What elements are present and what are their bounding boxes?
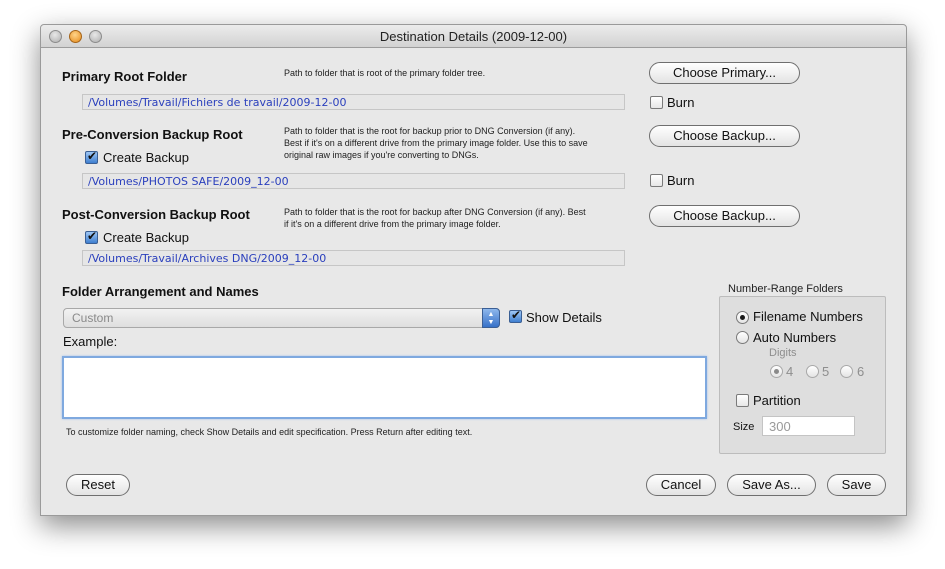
digits-4-label[interactable]: 4 bbox=[786, 364, 793, 379]
digits-label: Digits bbox=[769, 347, 797, 359]
example-label: Example: bbox=[63, 334, 118, 349]
primary-root-description: Path to folder that is root of the prima… bbox=[284, 68, 486, 78]
post-conversion-description: Path to folder that is the root for back… bbox=[284, 206, 644, 230]
post-create-backup-label[interactable]: Create Backup bbox=[103, 230, 189, 245]
folder-arrangement-select[interactable]: Custom ▲ ▼ bbox=[63, 308, 500, 328]
example-text-area[interactable] bbox=[62, 356, 707, 419]
pre-conversion-description-line: Best if it's on a different drive from t… bbox=[284, 138, 588, 148]
post-create-backup-checkbox[interactable] bbox=[85, 229, 98, 244]
size-input[interactable]: 300 bbox=[762, 416, 855, 436]
auto-numbers-label[interactable]: Auto Numbers bbox=[753, 330, 836, 345]
post-conversion-heading: Post-Conversion Backup Root bbox=[62, 207, 250, 222]
pre-conversion-description-line: Path to folder that is the root for back… bbox=[284, 126, 576, 136]
digits-6-label[interactable]: 6 bbox=[857, 364, 864, 379]
post-backup-path-field[interactable]: /Volumes/Travail/Archives DNG/2009_12-00 bbox=[82, 250, 625, 266]
digits-4-radio[interactable] bbox=[770, 365, 783, 378]
number-range-group: Filename Numbers Auto Numbers Digits 4 5… bbox=[719, 296, 886, 454]
pre-conversion-heading: Pre-Conversion Backup Root bbox=[62, 127, 243, 142]
show-details-label[interactable]: Show Details bbox=[526, 310, 602, 325]
partition-checkbox[interactable] bbox=[736, 394, 749, 407]
post-conversion-description-line: if it's on a different drive from the pr… bbox=[284, 219, 501, 229]
cancel-button[interactable]: Cancel bbox=[646, 474, 716, 496]
folder-arrangement-selected-value: Custom bbox=[72, 311, 114, 325]
size-label: Size bbox=[733, 421, 755, 433]
pre-backup-path-field[interactable]: /Volumes/PHOTOS SAFE/2009_12-00 bbox=[82, 173, 625, 189]
post-conversion-description-line: Path to folder that is the root for back… bbox=[284, 207, 586, 217]
digits-5-label[interactable]: 5 bbox=[822, 364, 829, 379]
pre-backup-burn-checkbox[interactable] bbox=[650, 174, 663, 187]
pre-backup-burn-label[interactable]: Burn bbox=[667, 173, 694, 188]
pre-conversion-description-line: original raw images if you're converting… bbox=[284, 150, 479, 160]
choose-pre-backup-button[interactable]: Choose Backup... bbox=[649, 125, 800, 147]
window-title: Destination Details (2009-12-00) bbox=[379, 29, 568, 44]
title-bar[interactable]: Destination Details (2009-12-00) bbox=[41, 25, 906, 48]
save-as-button[interactable]: Save As... bbox=[727, 474, 816, 496]
primary-root-heading: Primary Root Folder bbox=[62, 69, 187, 84]
primary-burn-checkbox[interactable] bbox=[650, 96, 663, 109]
choose-primary-button[interactable]: Choose Primary... bbox=[649, 62, 800, 84]
destination-details-window: Destination Details (2009-12-00) Primary… bbox=[40, 24, 907, 516]
choose-post-backup-button[interactable]: Choose Backup... bbox=[649, 205, 800, 227]
select-arrows-icon: ▲ ▼ bbox=[482, 308, 500, 328]
pre-create-backup-label[interactable]: Create Backup bbox=[103, 150, 189, 165]
digits-6-radio[interactable] bbox=[840, 365, 853, 378]
reset-button[interactable]: Reset bbox=[66, 474, 130, 496]
pre-conversion-description: Path to folder that is the root for back… bbox=[284, 125, 644, 161]
filename-numbers-label[interactable]: Filename Numbers bbox=[753, 309, 863, 324]
primary-burn-label[interactable]: Burn bbox=[667, 95, 694, 110]
digits-5-radio[interactable] bbox=[806, 365, 819, 378]
number-range-title: Number-Range Folders bbox=[728, 283, 843, 295]
folder-arrangement-heading: Folder Arrangement and Names bbox=[62, 284, 259, 299]
show-details-checkbox[interactable] bbox=[509, 308, 522, 323]
partition-label[interactable]: Partition bbox=[753, 393, 801, 408]
filename-numbers-radio[interactable] bbox=[736, 311, 749, 324]
naming-hint-text: To customize folder naming, check Show D… bbox=[66, 427, 473, 437]
pre-create-backup-checkbox[interactable] bbox=[85, 149, 98, 164]
primary-path-field[interactable]: /Volumes/Travail/Fichiers de travail/200… bbox=[82, 94, 625, 110]
save-button[interactable]: Save bbox=[827, 474, 886, 496]
auto-numbers-radio[interactable] bbox=[736, 331, 749, 344]
